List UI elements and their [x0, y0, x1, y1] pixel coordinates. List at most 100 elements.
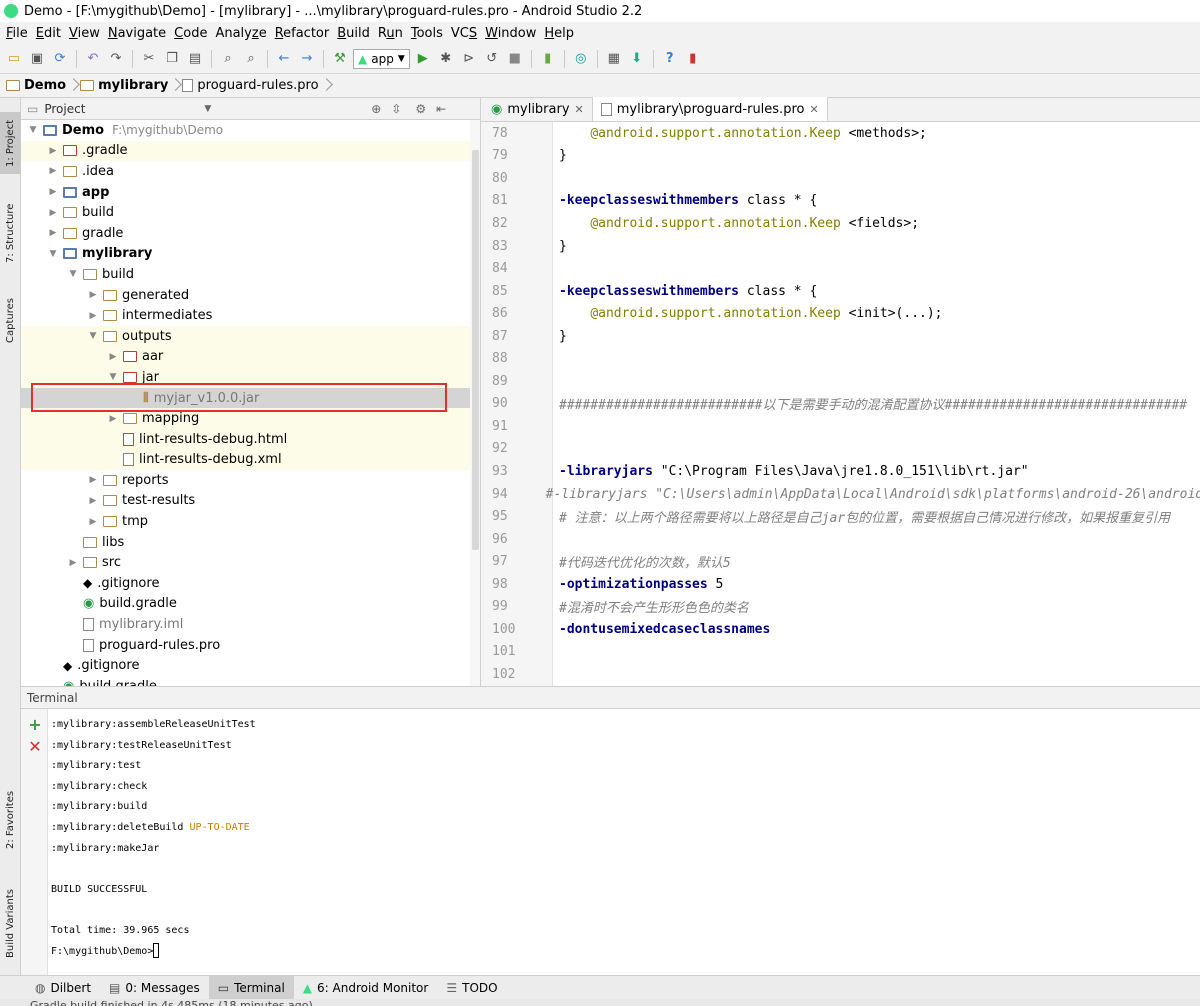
tree-node[interactable]: lint-results-debug.xml: [21, 449, 480, 471]
code-area[interactable]: 78 @android.support.annotation.Keep <met…: [481, 122, 1200, 686]
tree-node[interactable]: ▶ intermediates: [21, 305, 480, 326]
menu-item[interactable]: Refactor: [271, 26, 334, 41]
collapsed-arrow-icon[interactable]: ▶: [107, 414, 119, 424]
tree-node[interactable]: ▼ outputs: [21, 325, 480, 347]
menu-item[interactable]: File: [2, 26, 32, 41]
paste-icon[interactable]: ▤: [185, 49, 205, 69]
collapsed-arrow-icon[interactable]: ▶: [107, 352, 119, 362]
collapsed-arrow-icon[interactable]: ▶: [47, 166, 59, 176]
find-icon[interactable]: ⌕: [218, 49, 238, 69]
tree-node[interactable]: ▶ .idea: [21, 161, 480, 182]
tree-node[interactable]: ▼ mylibrary: [21, 244, 480, 265]
collapsed-arrow-icon[interactable]: ▶: [47, 228, 59, 238]
open-folder-icon[interactable]: ▭: [4, 49, 24, 69]
collapsed-arrow-icon[interactable]: ▶: [47, 208, 59, 218]
tree-node[interactable]: mylibrary.iml: [21, 614, 480, 635]
project-structure-icon[interactable]: ▦: [604, 49, 624, 69]
menu-item[interactable]: View: [65, 26, 104, 41]
stop-icon[interactable]: ■: [505, 49, 525, 69]
tree-node[interactable]: lint-results-debug.html: [21, 428, 480, 450]
sdk-manager-icon[interactable]: ⬇: [627, 49, 647, 69]
terminal-output[interactable]: :mylibrary:assembleReleaseUnitTest:mylib…: [51, 715, 256, 962]
sync-icon[interactable]: ⟳: [50, 49, 70, 69]
target-icon[interactable]: ⊕: [371, 102, 381, 116]
bottom-tool-tab[interactable]: ☰ TODO: [437, 976, 506, 1000]
tab-project-tool[interactable]: 1: Project: [0, 112, 21, 174]
tree-node[interactable]: ▼ Demo F:\mygithub\Demo: [21, 120, 480, 141]
collapsed-arrow-icon[interactable]: ▶: [87, 496, 99, 506]
tree-node[interactable]: proguard-rules.pro: [21, 635, 480, 656]
breadcrumb-file[interactable]: proguard-rules.pro: [182, 78, 332, 93]
close-icon[interactable]: ✕: [575, 103, 584, 116]
bottom-tool-tab[interactable]: ▤ 0: Messages: [100, 976, 209, 1000]
tab-captures-tool[interactable]: Captures: [0, 290, 21, 352]
tree-node[interactable]: ◆ .gitignore: [21, 573, 480, 594]
help-icon[interactable]: ?: [660, 49, 680, 69]
avd-manager-icon[interactable]: ▮: [538, 49, 558, 69]
tree-node[interactable]: libs: [21, 532, 480, 553]
bottom-tool-tab[interactable]: ◍ Dilbert: [26, 976, 100, 1000]
expanded-arrow-icon[interactable]: ▼: [47, 249, 59, 259]
gradle-sync-icon[interactable]: ◎: [571, 49, 591, 69]
tree-node[interactable]: ▶ src: [21, 552, 480, 573]
collapsed-arrow-icon[interactable]: ▶: [47, 187, 59, 197]
tree-node[interactable]: ▶ reports: [21, 470, 480, 491]
collapsed-arrow-icon[interactable]: ▶: [87, 517, 99, 527]
collapse-icon[interactable]: ⇳: [391, 102, 401, 116]
tree-node[interactable]: ▶ build: [21, 202, 480, 223]
breadcrumb-mylibrary[interactable]: mylibrary: [80, 78, 182, 93]
bottom-tool-tab[interactable]: ▭ Terminal: [208, 975, 294, 1000]
hide-panel-icon[interactable]: ⇤: [436, 102, 446, 116]
editor-tab[interactable]: ◉ mylibrary ✕: [483, 97, 593, 121]
attach-debugger-icon[interactable]: ⊳: [459, 49, 479, 69]
menu-item[interactable]: VCS: [447, 26, 481, 41]
expanded-arrow-icon[interactable]: ▼: [27, 125, 39, 135]
tree-node[interactable]: ▶ gradle: [21, 223, 480, 244]
close-icon[interactable]: ✕: [809, 103, 818, 116]
collapsed-arrow-icon[interactable]: ▶: [87, 475, 99, 485]
make-project-icon[interactable]: ⚒: [330, 49, 350, 69]
tree-node[interactable]: ▼ build: [21, 264, 480, 285]
collapsed-arrow-icon[interactable]: ▶: [67, 558, 79, 568]
new-session-icon[interactable]: +: [27, 717, 43, 733]
tree-scrollbar[interactable]: [470, 120, 480, 686]
expanded-arrow-icon[interactable]: ▼: [87, 331, 99, 341]
tree-node[interactable]: ▶ app: [21, 182, 480, 203]
editor-tab[interactable]: mylibrary\proguard-rules.pro ✕: [592, 97, 828, 121]
menu-item[interactable]: Help: [540, 26, 578, 41]
menu-item[interactable]: Run: [374, 26, 407, 41]
menu-item[interactable]: Build: [333, 26, 374, 41]
expanded-arrow-icon[interactable]: ▼: [107, 372, 119, 382]
project-view-select[interactable]: Project: [44, 102, 204, 116]
run-config-select[interactable]: ▲ app ▼: [353, 48, 410, 69]
tab-build-variants-tool[interactable]: Build Variants: [0, 884, 21, 964]
run-icon[interactable]: ▶: [413, 49, 433, 69]
undo-icon[interactable]: ↶: [83, 49, 103, 69]
tree-node[interactable]: ▶ .gradle: [21, 140, 480, 162]
menu-item[interactable]: Window: [481, 26, 540, 41]
copy-icon[interactable]: ❐: [162, 49, 182, 69]
tree-node[interactable]: ▶ generated: [21, 285, 480, 306]
breadcrumb-demo[interactable]: Demo: [6, 78, 80, 93]
terminal-cursor[interactable]: [153, 943, 160, 959]
menu-item[interactable]: Analyze: [211, 26, 270, 41]
tab-favorites-tool[interactable]: 2: Favorites: [0, 784, 21, 856]
collapsed-arrow-icon[interactable]: ▶: [87, 311, 99, 321]
back-icon[interactable]: ←: [274, 49, 294, 69]
chevron-down-icon[interactable]: ▼: [204, 104, 211, 114]
debug-icon[interactable]: ✱: [436, 49, 456, 69]
close-session-icon[interactable]: ✕: [27, 739, 43, 755]
scrollbar-thumb[interactable]: [472, 150, 479, 550]
tree-node[interactable]: ◉build.gradle: [21, 594, 480, 615]
gear-icon[interactable]: ⚙: [415, 102, 426, 116]
menu-item[interactable]: Tools: [407, 26, 447, 41]
menu-item[interactable]: Navigate: [104, 26, 170, 41]
tree-node[interactable]: ▶ tmp: [21, 511, 480, 532]
tab-structure-tool[interactable]: 7: Structure: [0, 198, 21, 268]
bottom-tool-tab[interactable]: ▲ 6: Android Monitor: [294, 976, 438, 1000]
redo-icon[interactable]: ↷: [106, 49, 126, 69]
forward-icon[interactable]: →: [297, 49, 317, 69]
menu-item[interactable]: Code: [170, 26, 211, 41]
device-monitor-icon[interactable]: ▮: [683, 49, 703, 69]
save-all-icon[interactable]: ▣: [27, 49, 47, 69]
